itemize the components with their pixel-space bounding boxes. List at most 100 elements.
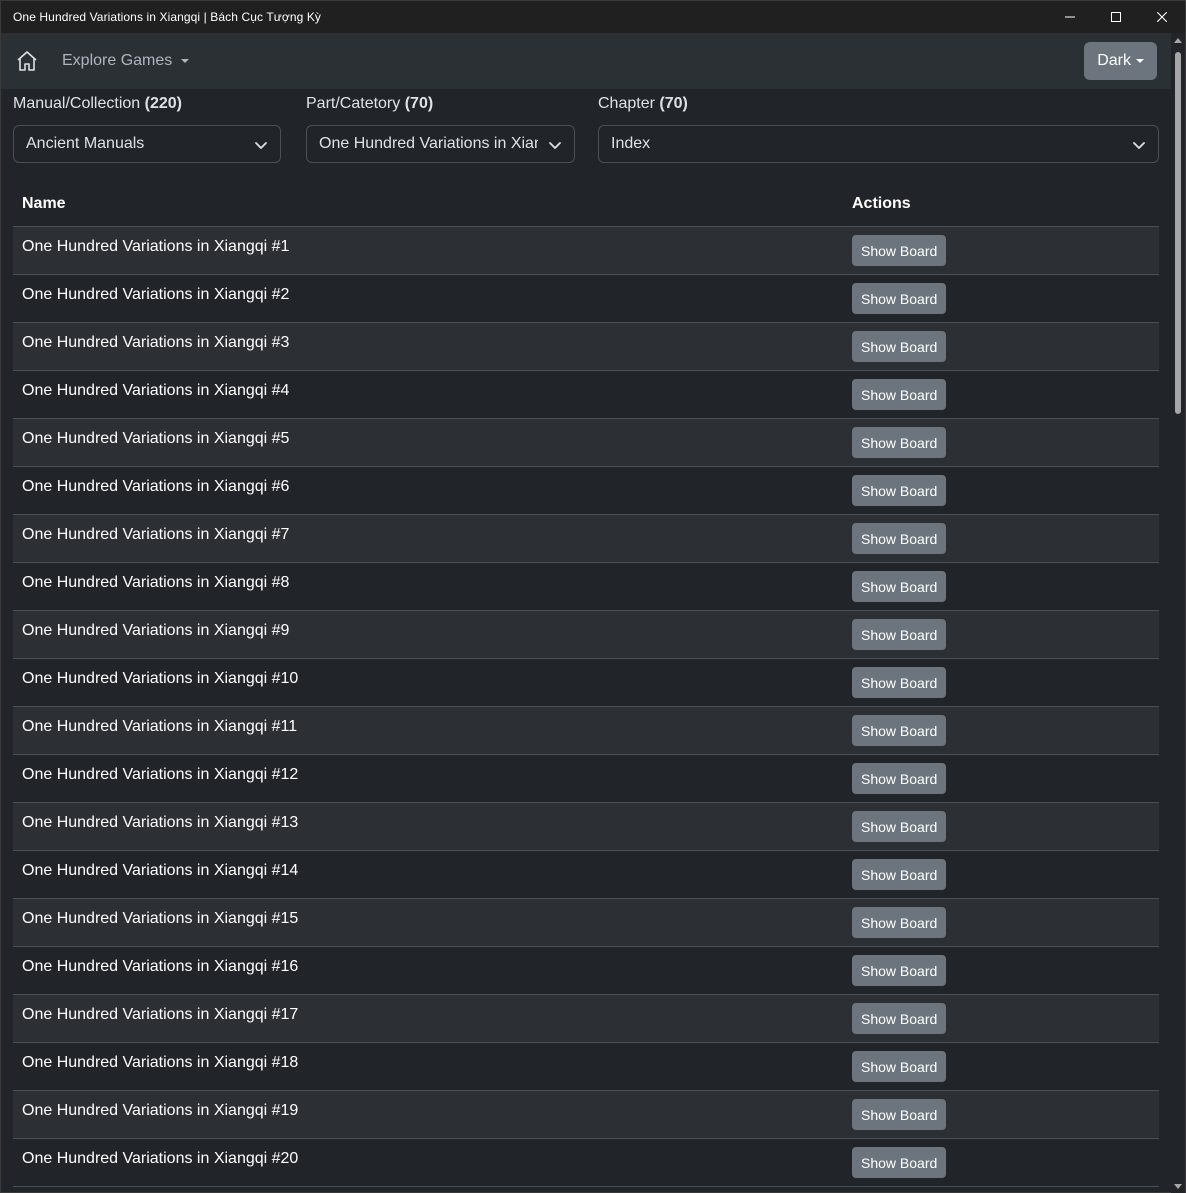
show-board-button[interactable]: Show Board: [852, 859, 947, 890]
part-select[interactable]: One Hundred Variations in Xiangqi: [306, 125, 575, 163]
actions-cell: Show Board: [852, 659, 947, 698]
minimize-icon: [1065, 16, 1075, 18]
games-table: Name Actions One Hundred Variations in X…: [13, 181, 1159, 1187]
show-board-button[interactable]: Show Board: [852, 1147, 947, 1178]
game-name: One Hundred Variations in Xiangqi #5: [22, 430, 290, 447]
show-board-button[interactable]: Show Board: [852, 955, 947, 986]
game-name: One Hundred Variations in Xiangqi #8: [22, 574, 290, 591]
manual-select-value: Ancient Manuals: [26, 135, 145, 152]
title-bar: One Hundred Variations in Xiangqi | Bách…: [1, 1, 1185, 33]
table-row: One Hundred Variations in Xiangqi #7 Show…: [13, 515, 1159, 563]
show-board-button[interactable]: Show Board: [852, 379, 947, 410]
actions-cell: Show Board: [852, 227, 947, 266]
table-row: One Hundred Variations in Xiangqi #19 Sho…: [13, 1091, 1159, 1139]
scrollbar-thumb[interactable]: [1175, 52, 1181, 414]
actions-cell: Show Board: [852, 803, 947, 842]
table-row: One Hundred Variations in Xiangqi #11 Sho…: [13, 707, 1159, 755]
table-body: One Hundred Variations in Xiangqi #1 Show…: [13, 227, 1159, 1187]
show-board-button[interactable]: Show Board: [852, 1051, 947, 1082]
game-name: One Hundred Variations in Xiangqi #6: [22, 478, 290, 495]
actions-cell: Show Board: [852, 323, 947, 362]
table-row: One Hundred Variations in Xiangqi #12 Sho…: [13, 755, 1159, 803]
table-row: One Hundred Variations in Xiangqi #2 Show…: [13, 275, 1159, 323]
manual-count: (220): [144, 95, 182, 112]
home-icon: [17, 51, 37, 71]
table-row: One Hundred Variations in Xiangqi #4 Show…: [13, 371, 1159, 419]
table-row: One Hundred Variations in Xiangqi #3 Show…: [13, 323, 1159, 371]
actions-cell: Show Board: [852, 515, 947, 554]
game-name: One Hundred Variations in Xiangqi #12: [22, 766, 299, 783]
table-header: Name Actions: [13, 181, 1159, 227]
explore-games-dropdown[interactable]: Explore Games: [62, 52, 190, 70]
column-header-name: Name: [22, 194, 66, 212]
scroll-down-arrow-icon[interactable]: [1174, 1182, 1182, 1190]
show-board-button[interactable]: Show Board: [852, 907, 947, 938]
navbar: Explore Games Dark: [1, 33, 1185, 89]
chapter-select-value: Index: [611, 135, 651, 152]
game-name: One Hundred Variations in Xiangqi #9: [22, 622, 290, 639]
show-board-button[interactable]: Show Board: [852, 811, 947, 842]
table-row: One Hundred Variations in Xiangqi #8 Show…: [13, 563, 1159, 611]
app-window: One Hundred Variations in Xiangqi | Bách…: [0, 0, 1186, 1193]
theme-label: Dark: [1097, 52, 1131, 69]
actions-cell: Show Board: [852, 899, 947, 938]
show-board-button[interactable]: Show Board: [852, 235, 947, 266]
actions-cell: Show Board: [852, 611, 947, 650]
maximize-button[interactable]: [1093, 1, 1139, 33]
actions-cell: Show Board: [852, 947, 947, 986]
chevron-down-icon: [255, 142, 267, 149]
show-board-button[interactable]: Show Board: [852, 667, 947, 698]
window-title: One Hundred Variations in Xiangqi | Bách…: [13, 10, 322, 24]
show-board-button[interactable]: Show Board: [852, 1003, 947, 1034]
actions-cell: Show Board: [852, 275, 947, 314]
chapter-select[interactable]: Index: [598, 125, 1159, 163]
close-button[interactable]: [1139, 1, 1185, 33]
part-filter: Part/Catetory (70): [306, 89, 574, 119]
show-board-button[interactable]: Show Board: [852, 427, 947, 458]
actions-cell: Show Board: [852, 1043, 947, 1082]
game-name: One Hundred Variations in Xiangqi #3: [22, 334, 290, 351]
chapter-count: (70): [659, 95, 688, 112]
game-name: One Hundred Variations in Xiangqi #15: [22, 910, 299, 927]
show-board-button[interactable]: Show Board: [852, 523, 947, 554]
show-board-button[interactable]: Show Board: [852, 571, 947, 602]
actions-cell: Show Board: [852, 755, 947, 794]
actions-cell: Show Board: [852, 1091, 947, 1130]
caret-down-icon: [181, 59, 190, 63]
show-board-button[interactable]: Show Board: [852, 475, 947, 506]
actions-cell: Show Board: [852, 467, 947, 506]
table-row: One Hundred Variations in Xiangqi #16 Sho…: [13, 947, 1159, 995]
chevron-down-icon: [549, 142, 561, 149]
theme-dropdown-button[interactable]: Dark: [1084, 42, 1157, 80]
scroll-up-arrow-icon[interactable]: [1174, 37, 1182, 45]
table-row: One Hundred Variations in Xiangqi #5 Show…: [13, 419, 1159, 467]
game-name: One Hundred Variations in Xiangqi #10: [22, 670, 299, 687]
game-name: One Hundred Variations in Xiangqi #14: [22, 862, 299, 879]
maximize-icon: [1111, 12, 1121, 22]
table-row: One Hundred Variations in Xiangqi #6 Show…: [13, 467, 1159, 515]
explore-games-label: Explore Games: [62, 52, 173, 69]
table-row: One Hundred Variations in Xiangqi #18 Sho…: [13, 1043, 1159, 1091]
minimize-button[interactable]: [1047, 1, 1093, 33]
show-board-button[interactable]: Show Board: [852, 763, 947, 794]
vertical-scrollbar[interactable]: [1171, 33, 1185, 1193]
table-row: One Hundred Variations in Xiangqi #1 Show…: [13, 227, 1159, 275]
actions-cell: Show Board: [852, 851, 947, 890]
close-icon: [1157, 12, 1167, 22]
actions-cell: Show Board: [852, 563, 947, 602]
game-name: One Hundred Variations in Xiangqi #20: [22, 1150, 299, 1167]
show-board-button[interactable]: Show Board: [852, 715, 947, 746]
table-row: One Hundred Variations in Xiangqi #14 Sho…: [13, 851, 1159, 899]
table-row: One Hundred Variations in Xiangqi #15 Sho…: [13, 899, 1159, 947]
home-button[interactable]: [14, 48, 40, 74]
show-board-button[interactable]: Show Board: [852, 331, 947, 362]
table-row: One Hundred Variations in Xiangqi #20 Sho…: [13, 1139, 1159, 1187]
part-select-value: One Hundred Variations in Xiangqi: [319, 135, 538, 152]
chapter-filter-label: Chapter (70): [598, 95, 688, 112]
show-board-button[interactable]: Show Board: [852, 283, 947, 314]
manual-select[interactable]: Ancient Manuals: [13, 125, 281, 163]
show-board-button[interactable]: Show Board: [852, 619, 947, 650]
show-board-button[interactable]: Show Board: [852, 1099, 947, 1130]
manual-filter: Manual/Collection (220): [13, 89, 281, 119]
caret-down-icon: [1136, 59, 1144, 63]
